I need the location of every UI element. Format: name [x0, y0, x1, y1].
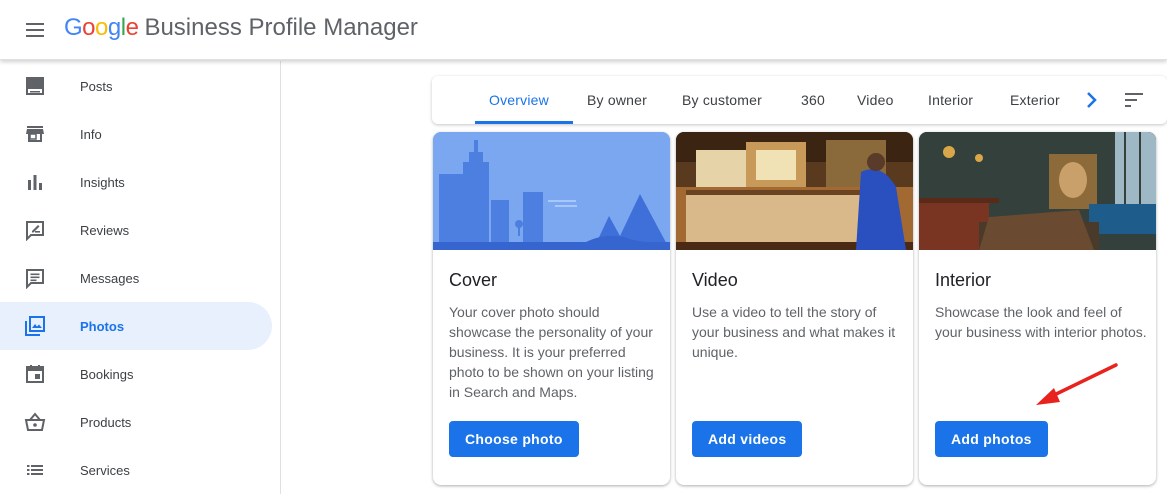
sidebar-item-label: Photos [80, 319, 125, 334]
sidebar-item-photos[interactable]: Photos [0, 302, 272, 350]
sidebar-item-bookings[interactable]: Bookings [0, 350, 272, 398]
review-icon [26, 221, 44, 241]
card-title: Interior [935, 270, 992, 290]
sidebar-item-insights[interactable]: Insights [0, 158, 272, 206]
interior-card: Interior Showcase the look and feel of y… [919, 132, 1156, 485]
sidebar-item-label: Insights [80, 175, 125, 190]
list-icon [27, 465, 43, 475]
sort-icon[interactable] [1122, 88, 1146, 112]
sidebar-item-label: Posts [80, 79, 113, 94]
calendar-icon [26, 365, 44, 383]
active-tab-indicator [475, 121, 573, 124]
sidebar-item-label: Bookings [80, 367, 134, 382]
sidebar-item-reviews[interactable]: Reviews [0, 206, 272, 254]
cover-illustration [433, 132, 670, 250]
sidebar-nav: Posts Info Insights Reviews Messages Pho… [0, 61, 281, 494]
add-videos-button[interactable]: Add videos [692, 421, 803, 457]
message-icon [26, 269, 44, 289]
hamburger-menu-icon[interactable] [22, 16, 50, 44]
basket-icon [24, 412, 46, 431]
tab-video[interactable]: Video [857, 76, 894, 124]
tab-360[interactable]: 360 [801, 76, 825, 124]
card-title: Cover [449, 270, 498, 290]
app-logo[interactable]: Google Business Profile Manager [64, 14, 418, 42]
card-title: Video [692, 270, 738, 290]
sidebar-item-label: Services [80, 463, 130, 478]
sidebar-item-services[interactable]: Services [0, 446, 272, 494]
card-description: Showcase the look and feel of your busin… [935, 304, 1147, 340]
cafe-photo [676, 132, 913, 250]
tab-by-customer[interactable]: By customer [682, 76, 762, 124]
sidebar-item-label: Messages [80, 271, 140, 286]
tab-by-owner[interactable]: By owner [587, 76, 647, 124]
card-description: Your cover photo should showcase the per… [449, 304, 654, 400]
bar-chart-icon [28, 175, 42, 190]
sidebar-item-label: Products [80, 415, 132, 430]
tab-interior[interactable]: Interior [928, 76, 973, 124]
sidebar-item-label: Info [80, 127, 102, 142]
sidebar-item-products[interactable]: Products [0, 398, 272, 446]
tab-exterior[interactable]: Exterior [1010, 76, 1060, 124]
annotation-arrow-icon [1036, 363, 1118, 405]
top-app-bar: Google Business Profile Manager [0, 0, 1167, 60]
video-card: Video Use a video to tell the story of y… [676, 132, 913, 485]
posts-icon [26, 77, 44, 95]
sidebar-item-label: Reviews [80, 223, 130, 238]
sidebar-item-posts[interactable]: Posts [0, 62, 272, 110]
choose-photo-button[interactable]: Choose photo [449, 421, 579, 457]
sidebar-item-messages[interactable]: Messages [0, 254, 272, 302]
restaurant-interior-photo [919, 132, 1156, 250]
tab-overview[interactable]: Overview [489, 76, 549, 124]
add-photos-button[interactable]: Add photos [935, 421, 1048, 457]
photo-tabs-bar: Overview By owner By customer 360 Video … [432, 76, 1167, 124]
cover-card: Cover Your cover photo should showcase t… [433, 132, 670, 485]
chevron-right-icon[interactable] [1083, 89, 1101, 111]
product-name: Business Profile Manager [144, 14, 418, 41]
photo-library-icon [25, 316, 45, 336]
card-description: Use a video to tell the story of your bu… [692, 304, 896, 360]
sidebar-item-info[interactable]: Info [0, 110, 272, 158]
store-icon [26, 126, 44, 142]
